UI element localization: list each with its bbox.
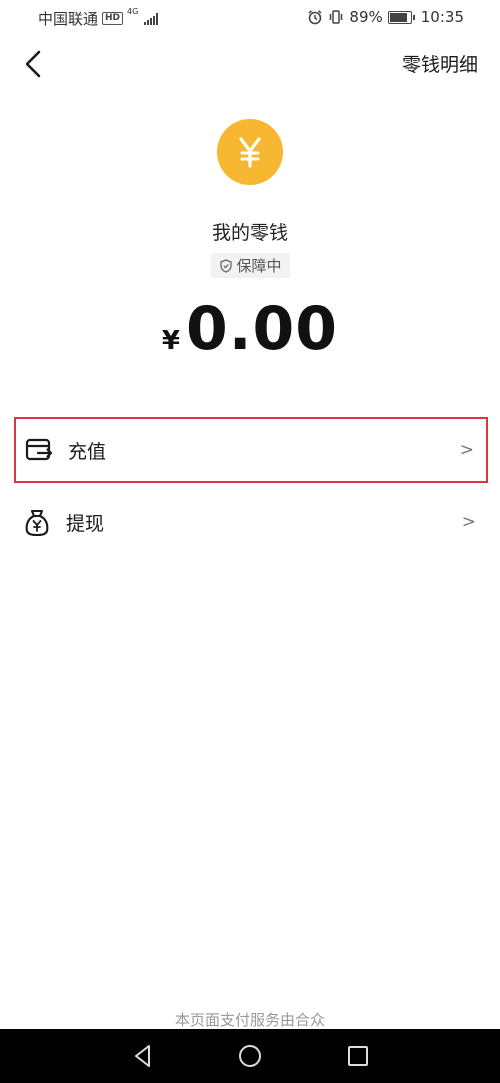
vibrate-icon — [330, 10, 343, 24]
payment-service-note: 本页面支付服务由合众 — [174, 1011, 325, 1029]
recharge-card-icon — [25, 438, 53, 461]
change-detail-link[interactable]: 零钱明细 — [402, 50, 478, 77]
system-navigation-bar — [0, 1029, 500, 1083]
network-type: 4G — [127, 7, 139, 16]
money-bag-icon — [25, 509, 49, 537]
withdraw-row[interactable]: 提现 > — [14, 489, 488, 555]
withdraw-label: 提现 — [66, 512, 105, 535]
battery-icon — [387, 10, 415, 24]
yen-symbol — [239, 137, 261, 168]
wallet-title: 我的零钱 — [211, 222, 288, 244]
back-triangle-icon[interactable] — [128, 1041, 158, 1071]
wallet-screen: 中国联通 HD 4G 89% 10:35 零钱明细 我的零钱 保障中 ¥ 0.0… — [0, 0, 500, 1083]
battery-percent: 89% — [349, 8, 383, 26]
protection-badge-label: 保障中 — [236, 257, 282, 275]
signal-icon — [144, 12, 159, 25]
chevron-right-icon: > — [461, 512, 476, 532]
clock: 10:35 — [420, 8, 464, 26]
back-button[interactable] — [18, 48, 50, 80]
status-right: 89% 10:35 — [307, 8, 464, 26]
recharge-row[interactable]: 充值 > — [14, 417, 488, 483]
currency-symbol: ¥ — [161, 326, 181, 356]
status-left: 中国联通 HD 4G — [38, 7, 159, 29]
recents-square-icon[interactable] — [343, 1041, 373, 1071]
hd-icon: HD — [102, 12, 124, 25]
chevron-left-icon — [25, 50, 41, 78]
carrier-name: 中国联通 — [38, 10, 99, 28]
alarm-icon — [308, 10, 322, 25]
home-circle-icon[interactable] — [235, 1041, 265, 1071]
shield-icon — [220, 258, 233, 273]
balance-amount: ¥ 0.00 — [0, 294, 500, 364]
chevron-right-icon: > — [459, 440, 474, 460]
status-bar: 中国联通 HD 4G 89% 10:35 — [0, 0, 500, 34]
yen-coin-icon — [217, 119, 283, 185]
balance-value: 0.00 — [186, 294, 339, 364]
protection-badge[interactable]: 保障中 — [211, 253, 290, 278]
recharge-label: 充值 — [68, 440, 107, 463]
